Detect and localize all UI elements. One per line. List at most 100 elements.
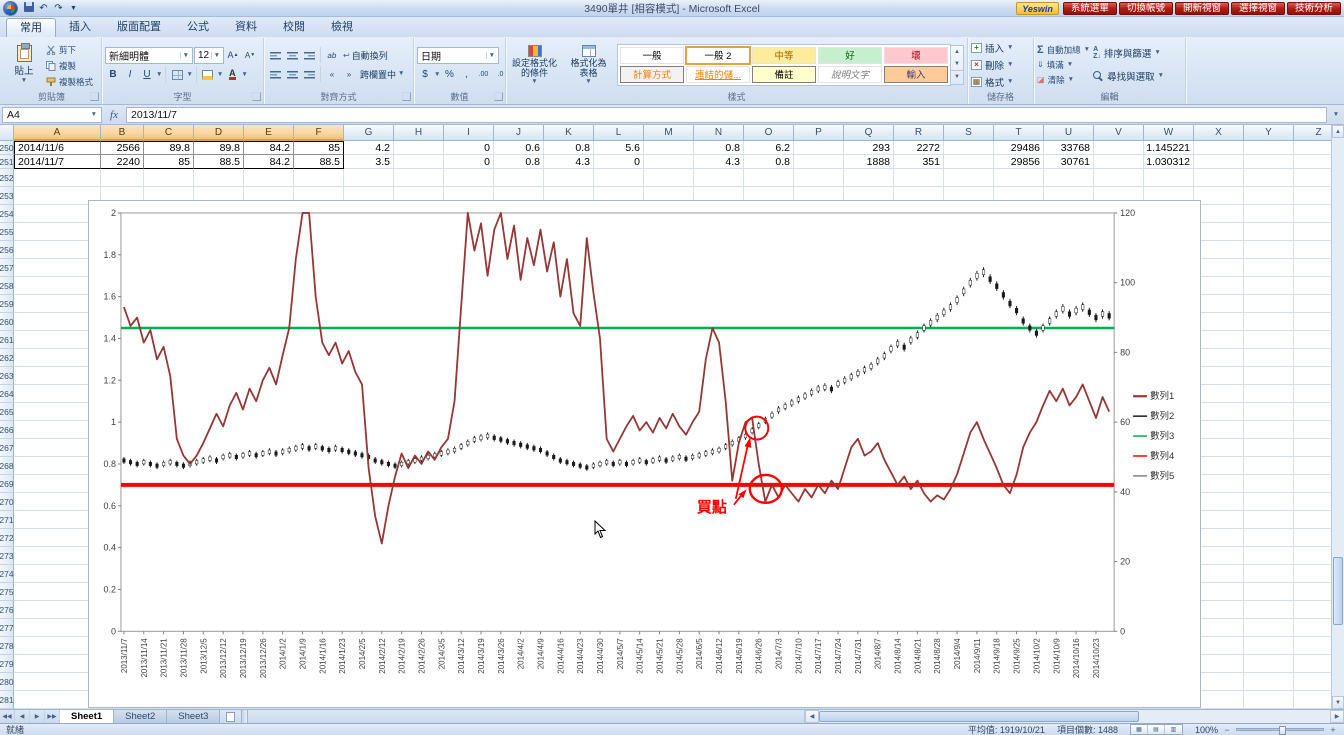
cell-X267[interactable] bbox=[1194, 439, 1244, 457]
cell-Y259[interactable] bbox=[1244, 295, 1294, 313]
cell-Y250[interactable] bbox=[1244, 141, 1294, 155]
cell-Y274[interactable] bbox=[1244, 565, 1294, 583]
save-button[interactable] bbox=[22, 1, 35, 15]
find-select-button[interactable]: 尋找與選取 ▼ bbox=[1093, 66, 1164, 86]
cell-X256[interactable] bbox=[1194, 241, 1244, 259]
cell-Y273[interactable] bbox=[1244, 547, 1294, 565]
cell-V251[interactable] bbox=[1094, 155, 1144, 169]
cell-Y270[interactable] bbox=[1244, 493, 1294, 511]
insert-cells-button[interactable]: + 插入 ▼ bbox=[971, 41, 1013, 55]
ribbon-tab-資料[interactable]: 資料 bbox=[222, 18, 270, 37]
cell-U252[interactable] bbox=[1044, 169, 1094, 187]
first-sheet-button[interactable]: ◀◀ bbox=[0, 710, 15, 723]
cell-L251[interactable]: 0 bbox=[594, 155, 644, 169]
cell-H252[interactable] bbox=[394, 169, 444, 187]
column-header-D[interactable]: D bbox=[194, 125, 244, 141]
column-header-B[interactable]: B bbox=[101, 125, 144, 141]
cell-W251[interactable]: 1.030312 bbox=[1144, 155, 1194, 169]
align-center-button[interactable] bbox=[284, 66, 300, 82]
cell-X277[interactable] bbox=[1194, 619, 1244, 637]
cell-X272[interactable] bbox=[1194, 529, 1244, 547]
fill-button[interactable]: ⇓ 填滿 ▼ bbox=[1037, 58, 1090, 71]
zoom-in-button[interactable]: + bbox=[1328, 725, 1338, 735]
grow-font-button[interactable]: A ▲ bbox=[225, 47, 241, 63]
cell-X274[interactable] bbox=[1194, 565, 1244, 583]
percent-button[interactable]: % bbox=[441, 67, 457, 83]
align-top-button[interactable] bbox=[267, 47, 283, 63]
last-sheet-button[interactable]: ▶▶ bbox=[45, 710, 60, 723]
row-header-271[interactable]: 271 bbox=[0, 511, 14, 529]
embedded-chart[interactable]: 0 0.2 0.4 0.6 0.8 1 1.2 1.4 1.6 1.8 2 0 20 40 60 80 100 1… bbox=[88, 200, 1201, 708]
cell-style-輸入[interactable]: 輸入 bbox=[884, 65, 948, 83]
row-header-252[interactable]: 252 bbox=[0, 169, 14, 187]
cell-X263[interactable] bbox=[1194, 367, 1244, 385]
paste-button[interactable]: 貼上 ▼ bbox=[5, 40, 43, 89]
row-header-267[interactable]: 267 bbox=[0, 439, 14, 457]
cell-Y275[interactable] bbox=[1244, 583, 1294, 601]
cell-G252[interactable] bbox=[344, 169, 394, 187]
sheet-tab-Sheet3[interactable]: Sheet3 bbox=[167, 710, 221, 723]
cell-Y254[interactable] bbox=[1244, 205, 1294, 223]
ribbon-tab-檢視[interactable]: 檢視 bbox=[318, 18, 366, 37]
cell-R250[interactable]: 2272 bbox=[894, 141, 944, 155]
delete-cells-button[interactable]: × 刪除 ▼ bbox=[971, 58, 1013, 72]
gallery-more-icon[interactable]: ▼ bbox=[951, 70, 963, 83]
row-header-253[interactable]: 253 bbox=[0, 187, 14, 205]
gallery-scroll[interactable]: ▲ ▼ ▼ bbox=[951, 44, 964, 85]
cell-G251[interactable]: 3.5 bbox=[344, 155, 394, 169]
formula-input[interactable]: 2013/11/7 bbox=[126, 106, 1327, 123]
accounting-format-button[interactable]: $ bbox=[417, 67, 433, 83]
sheet-tab-Sheet2[interactable]: Sheet2 bbox=[114, 710, 168, 723]
row-header-264[interactable]: 264 bbox=[0, 385, 14, 403]
vertical-scrollbar[interactable]: ▲ ▼ bbox=[1331, 125, 1344, 709]
qat-dropdown-arrow-icon[interactable]: ▼ bbox=[67, 5, 80, 12]
cell-X268[interactable] bbox=[1194, 457, 1244, 475]
row-header-255[interactable]: 255 bbox=[0, 223, 14, 241]
merge-center-button[interactable]: 跨欄置中 ▼ bbox=[358, 66, 406, 82]
cell-J250[interactable]: 0.6 bbox=[494, 141, 544, 155]
cell-Y261[interactable] bbox=[1244, 331, 1294, 349]
ribbon-tab-公式[interactable]: 公式 bbox=[174, 18, 222, 37]
cell-X254[interactable] bbox=[1194, 205, 1244, 223]
gallery-down-icon[interactable]: ▼ bbox=[951, 58, 963, 70]
cell-I251[interactable]: 0 bbox=[444, 155, 494, 169]
zoom-slider-thumb[interactable] bbox=[1279, 726, 1286, 735]
row-header-277[interactable]: 277 bbox=[0, 619, 14, 637]
cell-Y276[interactable] bbox=[1244, 601, 1294, 619]
ribbon-tab-版面配置[interactable]: 版面配置 bbox=[104, 18, 174, 37]
row-header-259[interactable]: 259 bbox=[0, 295, 14, 313]
format-cells-button[interactable]: ▦ 格式 ▼ bbox=[971, 75, 1013, 89]
chevron-down-icon[interactable]: ▼ bbox=[241, 71, 247, 78]
cell-X275[interactable] bbox=[1194, 583, 1244, 601]
column-header-A[interactable]: A bbox=[14, 125, 101, 141]
cell-X264[interactable] bbox=[1194, 385, 1244, 403]
title-button-開新視窗[interactable]: 開新視窗 bbox=[1174, 1, 1229, 15]
cell-K250[interactable]: 0.8 bbox=[544, 141, 594, 155]
clear-button[interactable]: ◪ 清除 ▼ bbox=[1037, 73, 1090, 86]
cell-Y252[interactable] bbox=[1244, 169, 1294, 187]
row-header-263[interactable]: 263 bbox=[0, 367, 14, 385]
cell-X276[interactable] bbox=[1194, 601, 1244, 619]
underline-button[interactable]: U bbox=[139, 67, 155, 83]
cell-V250[interactable] bbox=[1094, 141, 1144, 155]
cell-N250[interactable]: 0.8 bbox=[694, 141, 744, 155]
cell-N252[interactable] bbox=[694, 169, 744, 187]
column-header-J[interactable]: J bbox=[494, 125, 544, 141]
cell-Y253[interactable] bbox=[1244, 187, 1294, 205]
cell-Y255[interactable] bbox=[1244, 223, 1294, 241]
cell-Y262[interactable] bbox=[1244, 349, 1294, 367]
cell-P250[interactable] bbox=[794, 141, 844, 155]
row-header-257[interactable]: 257 bbox=[0, 259, 14, 277]
column-header-V[interactable]: V bbox=[1094, 125, 1144, 141]
row-header-250[interactable]: 250 bbox=[0, 141, 14, 155]
cell-X253[interactable] bbox=[1194, 187, 1244, 205]
row-header-261[interactable]: 261 bbox=[0, 331, 14, 349]
autosum-button[interactable]: Σ 自動加總 ▼ bbox=[1037, 43, 1090, 56]
gallery-up-icon[interactable]: ▲ bbox=[951, 46, 963, 58]
cell-Q250[interactable]: 293 bbox=[844, 141, 894, 155]
row-header-268[interactable]: 268 bbox=[0, 457, 14, 475]
cell-M250[interactable] bbox=[644, 141, 694, 155]
cell-A252[interactable] bbox=[14, 169, 101, 187]
cell-X266[interactable] bbox=[1194, 421, 1244, 439]
cell-U250[interactable]: 33768 bbox=[1044, 141, 1094, 155]
